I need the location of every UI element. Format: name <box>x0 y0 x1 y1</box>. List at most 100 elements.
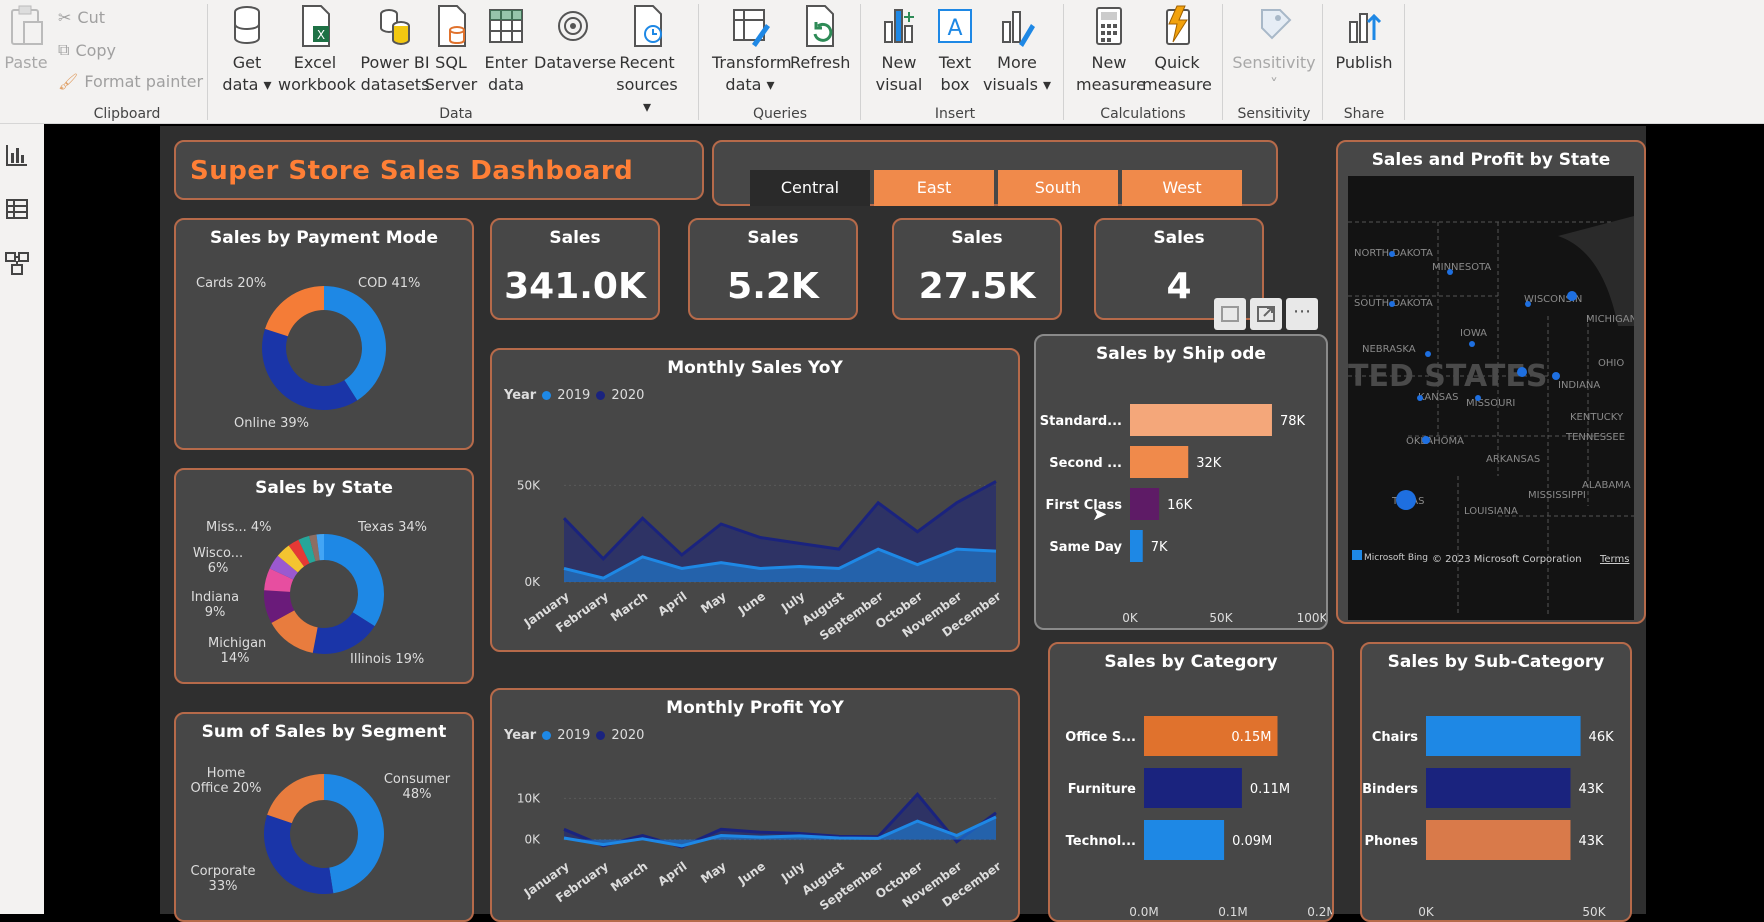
map-bubble[interactable] <box>1396 490 1416 510</box>
donut-slice[interactable] <box>324 774 385 894</box>
queries-group-label: Queries <box>752 106 808 122</box>
dataverse-label: Dataverse <box>534 53 617 72</box>
table-icon <box>489 9 523 43</box>
share-group-label: Share <box>1343 106 1385 122</box>
x-tick-label: 0.1M <box>1218 905 1247 919</box>
map-bubble[interactable] <box>1389 251 1395 257</box>
transform-icon <box>733 9 770 47</box>
get-data-button[interactable]: Get data ▾ <box>220 4 274 96</box>
region-east-button[interactable]: East <box>874 170 994 206</box>
bar[interactable] <box>1426 820 1571 860</box>
bar[interactable] <box>1426 716 1581 756</box>
data-group-label: Data <box>439 106 473 122</box>
donut-slice[interactable] <box>265 286 324 337</box>
legend-item: 2019 <box>557 388 591 403</box>
paste-button[interactable]: Paste <box>4 4 48 74</box>
slice-label: Consumer 48% <box>383 772 451 802</box>
donut-slice[interactable] <box>267 774 324 824</box>
database-icon <box>234 6 260 45</box>
slice-label: Illinois 19% <box>350 652 425 667</box>
bar-chart: Chairs 46K Binders 43K Phones 43K 0K 50K <box>1362 716 1614 919</box>
more-options-icon[interactable]: ⋯ <box>1286 298 1318 330</box>
sensitivity-button[interactable]: Sensitivity ˅ <box>1232 4 1316 96</box>
x-tick-label: 50K <box>1582 905 1606 919</box>
recent-sources-button[interactable]: Recent sources ▾ <box>612 4 682 118</box>
x-tick-label: June <box>735 859 768 888</box>
map-bubble[interactable] <box>1422 436 1430 444</box>
bar[interactable] <box>1130 488 1160 520</box>
kpi-card: Sales 5.2K <box>688 218 858 320</box>
map-bubble[interactable] <box>1567 291 1577 301</box>
map-bubble[interactable] <box>1425 351 1431 357</box>
region-west-button[interactable]: West <box>1122 170 1242 206</box>
bar[interactable] <box>1144 768 1242 808</box>
map-bubble[interactable] <box>1469 341 1475 347</box>
bar[interactable] <box>1144 820 1225 860</box>
more-visuals-icon <box>1002 11 1035 47</box>
focus-mode-icon[interactable] <box>1250 298 1282 330</box>
publish-label: Publish <box>1335 53 1393 72</box>
text-box-label-2: box <box>940 75 970 94</box>
bar[interactable] <box>1130 530 1143 562</box>
enter-data-button[interactable]: Enter data <box>482 4 530 96</box>
kpi-label: Sales <box>951 228 1003 248</box>
copy-button[interactable]: ⧉ Copy <box>58 40 116 60</box>
map-bubble[interactable] <box>1525 301 1531 307</box>
format-painter-button[interactable]: 🖌 Format painter <box>58 72 203 91</box>
terms-link[interactable]: Terms <box>1599 554 1629 565</box>
chart-title: Sales by Category <box>1104 652 1278 672</box>
region-central-button[interactable]: Central <box>750 170 870 206</box>
dataverse-button[interactable]: Dataverse <box>534 4 617 74</box>
sql-server-button[interactable]: SQL Server <box>424 4 478 96</box>
region-south-button[interactable]: South <box>998 170 1118 206</box>
transform-data-button[interactable]: Transform data ▾ <box>712 4 792 96</box>
state-map: Sales and Profit by State NORTH DAKOTA MI… <box>1336 140 1646 624</box>
quick-measure-button[interactable]: Quick measure <box>1142 4 1212 96</box>
more-visuals-button[interactable]: More visuals ▾ <box>982 4 1052 96</box>
table-view-icon[interactable] <box>4 196 30 226</box>
model-view-icon[interactable] <box>4 250 30 280</box>
donut-slice[interactable] <box>262 328 358 410</box>
donut-slice[interactable] <box>264 814 334 894</box>
map-bubble[interactable] <box>1417 395 1423 401</box>
donut-slice[interactable] <box>324 534 384 627</box>
map-bubble[interactable] <box>1389 301 1395 307</box>
publish-button[interactable]: Publish <box>1334 4 1394 74</box>
svg-text:X: X <box>317 28 325 42</box>
donut-slice[interactable] <box>324 286 386 401</box>
map-canvas[interactable]: NORTH DAKOTAMINNESOTASOUTH DAKOTA WISCONS… <box>1348 176 1634 620</box>
calculator-icon <box>1096 7 1122 45</box>
new-visual-button[interactable]: New visual <box>874 4 924 96</box>
divider <box>1404 4 1405 120</box>
quick-measure-label: Quick <box>1154 53 1200 72</box>
state-label: MISSOURI <box>1466 398 1515 409</box>
x-tick-label: April <box>655 589 689 619</box>
legend-dot-2020 <box>596 391 606 400</box>
legend-dot-2019 <box>542 391 552 400</box>
refresh-label: Refresh <box>790 53 851 72</box>
new-measure-button[interactable]: New measure <box>1076 4 1146 96</box>
x-tick-label: June <box>735 589 768 618</box>
kpi-label: Sales <box>549 228 601 248</box>
data-label: 0.15M <box>1231 730 1271 745</box>
quick-measure-icon <box>1166 5 1190 45</box>
bar[interactable] <box>1130 404 1272 436</box>
map-bubble[interactable] <box>1552 372 1560 380</box>
map-bubble[interactable] <box>1475 395 1481 401</box>
map-bubble[interactable] <box>1517 367 1527 377</box>
category-chart: Sales by Category Office S... 0.15M Furnit… <box>1048 642 1334 922</box>
cut-button[interactable]: ✂ Cut <box>58 8 105 27</box>
bar[interactable] <box>1426 768 1571 808</box>
text-box-button[interactable]: A Text box <box>930 4 980 96</box>
refresh-button[interactable]: Refresh <box>790 4 851 74</box>
state-label: MINNESOTA <box>1432 262 1491 273</box>
get-data-label: Get <box>232 53 262 72</box>
bar-chart: Standard... 78K Second ... 32K First Class 16… <box>1040 404 1326 625</box>
excel-workbook-button[interactable]: X Excel workbook <box>278 4 356 96</box>
filter-icon[interactable] <box>1214 298 1246 330</box>
report-view-icon[interactable] <box>4 142 30 172</box>
monthly-profit-chart: Monthly Profit YoY Year 2019 2020 10K 0K J… <box>490 688 1020 922</box>
x-tick-label: 0.0M <box>1129 905 1158 919</box>
bar[interactable] <box>1130 446 1189 478</box>
map-bubble[interactable] <box>1447 269 1453 275</box>
